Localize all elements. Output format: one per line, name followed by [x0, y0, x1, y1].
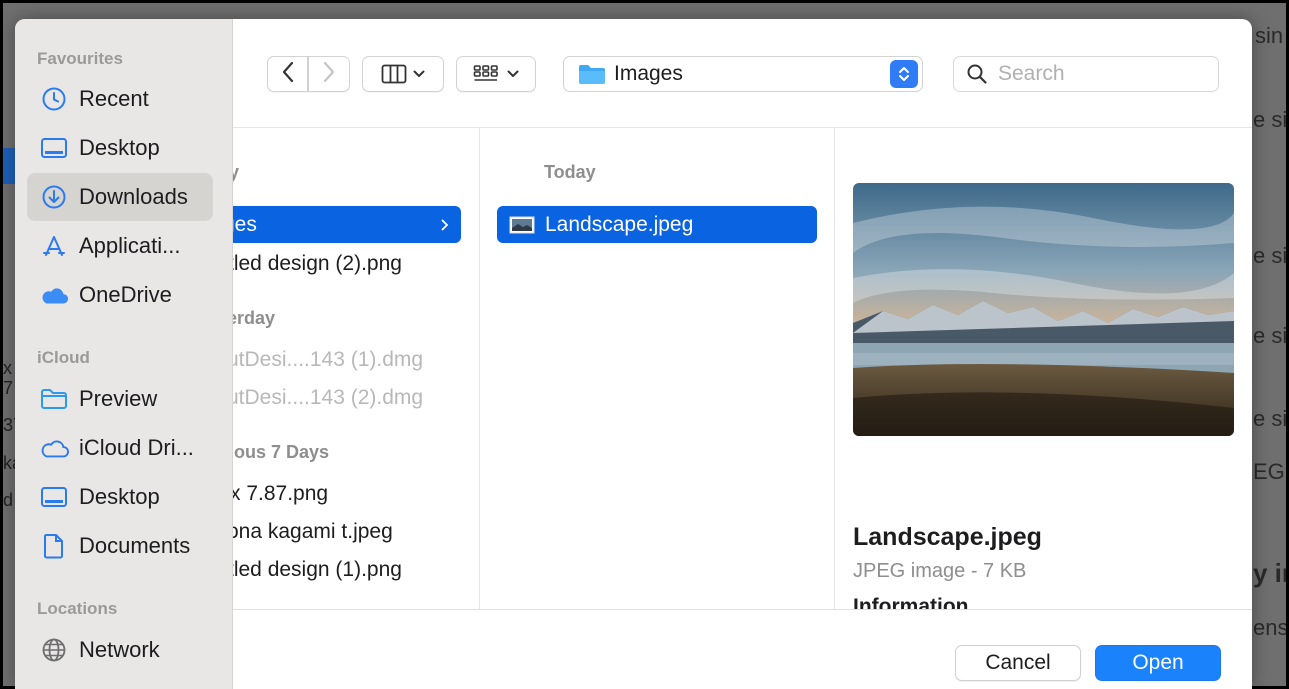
- background-text: 7: [3, 378, 14, 398]
- sidebar-item-preview[interactable]: Preview: [27, 375, 213, 423]
- document-icon: [39, 531, 69, 561]
- column-parent: y ges tled design (2).png erday utDesi..…: [233, 128, 479, 609]
- search-icon: [966, 63, 988, 85]
- list-item[interactable]: ona kagami t.jpeg: [233, 520, 393, 544]
- applications-icon: [39, 231, 69, 261]
- image-file-icon: [509, 216, 535, 234]
- updown-chevron-icon: [890, 60, 918, 88]
- background-text: EG: [1253, 459, 1285, 484]
- background-text: ens: [1253, 615, 1286, 640]
- preview-file-name: Landscape.jpeg: [853, 523, 1042, 551]
- sidebar-item-label: Documents: [79, 533, 191, 558]
- group-mode-button[interactable]: [456, 56, 536, 92]
- desktop-icon: [39, 133, 69, 163]
- chevron-right-icon: [322, 61, 336, 88]
- sidebar-item-label: Applicati...: [79, 233, 181, 258]
- sidebar-section-locations: Locations: [37, 599, 118, 618]
- sidebar-item-label: Preview: [79, 386, 158, 411]
- preview-file-meta: JPEG image - 7 KB: [853, 560, 1027, 582]
- sidebar-section-favourites: Favourites: [37, 49, 123, 68]
- sidebar-item-onedrive[interactable]: OneDrive: [27, 271, 213, 319]
- list-item-images-folder[interactable]: ges: [233, 206, 461, 243]
- download-icon: [39, 182, 69, 212]
- sidebar-item-icloud-desktop[interactable]: Desktop: [27, 473, 213, 521]
- sidebar-item-label: Desktop: [79, 135, 160, 160]
- group-header: y: [233, 162, 240, 182]
- browser-area: Images y ges tled design (2).png erday: [233, 19, 1252, 689]
- cloud-filled-icon: [39, 280, 69, 310]
- list-item[interactable]: utDesi....143 (1).dmg: [233, 348, 423, 372]
- list-item-landscape[interactable]: Landscape.jpeg: [497, 206, 817, 243]
- view-mode-button[interactable]: [362, 56, 444, 92]
- chevron-down-icon: [413, 70, 425, 78]
- chevron-right-icon: [441, 219, 449, 231]
- list-item[interactable]: x 7.87.png: [233, 482, 328, 506]
- chevron-down-icon: [507, 70, 519, 78]
- sidebar: Favourites Recent Desktop Downloads Appl…: [15, 19, 233, 689]
- background-text: d: [3, 490, 14, 510]
- sidebar-item-label: Network: [79, 637, 160, 662]
- globe-icon: [39, 635, 69, 665]
- search-field[interactable]: [953, 56, 1219, 92]
- chevron-left-icon: [281, 61, 295, 88]
- group-header: Today: [544, 162, 596, 182]
- cloud-icon: [39, 433, 69, 463]
- folder-icon: [578, 63, 606, 85]
- sidebar-section-icloud: iCloud: [37, 348, 90, 367]
- sidebar-item-label: iCloud Dri...: [79, 435, 194, 460]
- sidebar-item-label: OneDrive: [79, 282, 172, 307]
- location-popup[interactable]: Images: [563, 56, 923, 92]
- sidebar-item-label: Desktop: [79, 484, 160, 509]
- column-images: Today Landscape.jpeg: [480, 128, 834, 609]
- list-item[interactable]: tled design (1).png: [233, 558, 402, 582]
- list-item-label: ges: [233, 212, 257, 236]
- sidebar-item-icloud-drive[interactable]: iCloud Dri...: [27, 424, 213, 472]
- background-text: e si: [1253, 107, 1286, 132]
- columns-view-icon: [381, 64, 407, 84]
- background-selection-strip: [3, 148, 15, 184]
- grid-icon: [473, 64, 499, 84]
- list-item[interactable]: utDesi....143 (2).dmg: [233, 386, 423, 410]
- cancel-button[interactable]: Cancel: [955, 645, 1081, 681]
- footer-divider: [233, 609, 1252, 610]
- location-label: Images: [614, 62, 683, 85]
- open-file-dialog: Favourites Recent Desktop Downloads Appl…: [15, 19, 1252, 689]
- sidebar-item-desktop[interactable]: Desktop: [27, 124, 213, 172]
- background-text: e si: [1253, 323, 1286, 348]
- image-preview: [853, 183, 1234, 436]
- list-item[interactable]: tled design (2).png: [233, 252, 402, 276]
- background-text: e si: [1253, 243, 1286, 268]
- forward-button[interactable]: [308, 56, 350, 92]
- desktop-icon: [39, 482, 69, 512]
- sidebar-item-downloads[interactable]: Downloads: [27, 173, 213, 221]
- open-button[interactable]: Open: [1095, 645, 1221, 681]
- group-header: erday: [233, 308, 276, 328]
- preview-info-heading: Information: [853, 595, 969, 609]
- sidebar-item-documents[interactable]: Documents: [27, 522, 213, 570]
- sidebar-item-label: Downloads: [79, 184, 188, 209]
- sidebar-item-label: Recent: [79, 86, 149, 111]
- background-text: e si: [1253, 406, 1286, 431]
- list-item-label: Landscape.jpeg: [545, 212, 694, 236]
- back-button[interactable]: [267, 56, 308, 92]
- search-input[interactable]: [996, 61, 1200, 87]
- sidebar-item-applications[interactable]: Applicati...: [27, 222, 213, 270]
- preview-pane: Landscape.jpeg JPEG image - 7 KB Informa…: [835, 128, 1252, 609]
- folder-icon: [39, 384, 69, 414]
- clock-icon: [39, 84, 69, 114]
- sidebar-item-recent[interactable]: Recent: [27, 75, 213, 123]
- background-text: x: [3, 358, 12, 378]
- group-header: ious 7 Days: [233, 442, 330, 462]
- background-text: y in: [1253, 558, 1286, 588]
- background-text: sin: [1255, 23, 1284, 48]
- sidebar-item-network[interactable]: Network: [27, 626, 213, 674]
